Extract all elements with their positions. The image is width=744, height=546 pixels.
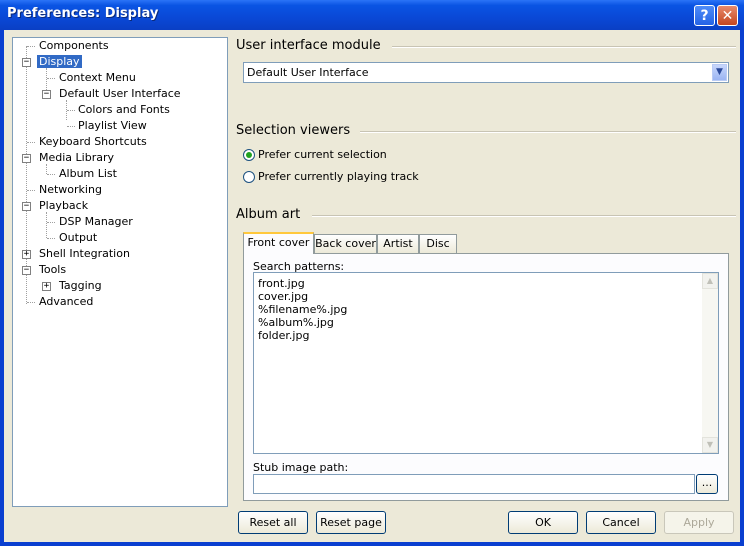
ui-module-heading: User interface module bbox=[236, 38, 381, 53]
tree-item-tagging[interactable]: Tagging bbox=[57, 279, 104, 294]
section-divider bbox=[312, 215, 736, 217]
radio-checked-icon[interactable] bbox=[243, 149, 255, 161]
tree-item-label: Output bbox=[59, 231, 98, 244]
tree-item-label: Context Menu bbox=[59, 71, 136, 84]
selection-viewers-heading: Selection viewers bbox=[236, 123, 351, 138]
tab-front-cover[interactable]: Front cover bbox=[243, 232, 314, 254]
title-bar[interactable]: Preferences: Display ? ✕ bbox=[0, 0, 744, 30]
tree-item-dsp-manager[interactable]: DSP Manager bbox=[57, 215, 135, 230]
tree-item-label: Advanced bbox=[39, 295, 94, 308]
pattern-line: folder.jpg bbox=[258, 329, 310, 342]
stub-image-path-input[interactable] bbox=[253, 474, 695, 494]
tree-item-label: Colors and Fonts bbox=[78, 103, 170, 116]
expand-icon[interactable]: + bbox=[22, 250, 31, 259]
tree-connector bbox=[47, 174, 55, 175]
collapse-icon[interactable]: − bbox=[22, 58, 31, 67]
tree-item-label: Keyboard Shortcuts bbox=[39, 135, 147, 148]
album-art-heading: Album art bbox=[236, 207, 301, 222]
tree-item-advanced[interactable]: Advanced bbox=[37, 295, 95, 310]
tree-item-label: Media Library bbox=[39, 151, 114, 164]
window-title: Preferences: Display bbox=[7, 6, 159, 21]
tree-connector bbox=[27, 190, 35, 191]
tree-item-colors-and-fonts[interactable]: Colors and Fonts bbox=[76, 103, 172, 118]
tree-item-label: Tools bbox=[39, 263, 67, 276]
tree-connector bbox=[27, 46, 35, 47]
tree-item-shell-integration[interactable]: Shell Integration bbox=[37, 247, 132, 262]
radio-prefer-playing-track[interactable]: Prefer currently playing track bbox=[243, 170, 419, 183]
search-patterns-textarea[interactable]: front.jpg cover.jpg %filename%.jpg %albu… bbox=[253, 272, 719, 454]
browse-button[interactable]: ... bbox=[696, 474, 718, 494]
collapse-icon[interactable]: − bbox=[22, 202, 31, 211]
tree-connector bbox=[47, 222, 55, 223]
tree-item-label: Default User Interface bbox=[59, 87, 181, 100]
tree-item-playlist-view[interactable]: Playlist View bbox=[76, 119, 149, 134]
radio-label: Prefer currently playing track bbox=[258, 170, 419, 183]
tree-connector bbox=[27, 302, 35, 303]
tree-connector bbox=[46, 68, 47, 90]
tree-connector bbox=[27, 142, 35, 143]
tree-connector bbox=[47, 238, 55, 239]
collapse-icon[interactable]: − bbox=[22, 266, 31, 275]
tree-item-components[interactable]: Components bbox=[37, 39, 111, 54]
tree-item-playback[interactable]: Playback bbox=[37, 199, 90, 214]
reset-page-button[interactable]: Reset page bbox=[316, 511, 386, 534]
collapse-icon[interactable]: − bbox=[42, 90, 51, 99]
tree-item-label: Album List bbox=[59, 167, 117, 180]
tab-back-cover[interactable]: Back cover bbox=[314, 234, 377, 253]
tree-item-tools[interactable]: Tools bbox=[37, 263, 68, 278]
pattern-line: front.jpg bbox=[258, 277, 305, 290]
tree-item-label: Tagging bbox=[59, 279, 102, 292]
cancel-button[interactable]: Cancel bbox=[586, 511, 656, 534]
tree-item-label: Playlist View bbox=[78, 119, 147, 132]
chevron-down-icon[interactable]: ▼ bbox=[712, 64, 727, 81]
pattern-line: %album%.jpg bbox=[258, 316, 334, 329]
radio-unchecked-icon[interactable] bbox=[243, 171, 255, 183]
ui-module-select[interactable]: Default User Interface ▼ bbox=[243, 62, 729, 83]
tree-item-display[interactable]: Display bbox=[37, 55, 82, 70]
radio-prefer-current-selection[interactable]: Prefer current selection bbox=[243, 148, 387, 161]
tree-connector bbox=[67, 126, 75, 127]
tree-connector bbox=[46, 212, 47, 238]
tree-item-context-menu[interactable]: Context Menu bbox=[57, 71, 138, 86]
scroll-down-icon[interactable]: ▼ bbox=[702, 437, 718, 453]
tree-item-media-library[interactable]: Media Library bbox=[37, 151, 116, 166]
close-button[interactable]: ✕ bbox=[717, 5, 738, 26]
vertical-scrollbar[interactable]: ▲ ▼ bbox=[702, 273, 718, 453]
tree-item-label: Display bbox=[37, 55, 82, 68]
preferences-tree[interactable]: Components − Display Context Menu − Defa… bbox=[12, 37, 228, 507]
tree-item-default-user-interface[interactable]: Default User Interface bbox=[57, 87, 183, 102]
expand-icon[interactable]: + bbox=[42, 282, 51, 291]
tree-connector bbox=[47, 78, 55, 79]
tree-item-label: Components bbox=[39, 39, 109, 52]
tree-item-output[interactable]: Output bbox=[57, 231, 99, 246]
pattern-line: cover.jpg bbox=[258, 290, 309, 303]
tree-connector bbox=[67, 110, 75, 111]
pattern-line: %filename%.jpg bbox=[258, 303, 348, 316]
tab-disc[interactable]: Disc bbox=[419, 234, 457, 253]
tree-item-label: DSP Manager bbox=[59, 215, 133, 228]
tree-item-label: Shell Integration bbox=[39, 247, 130, 260]
scroll-up-icon[interactable]: ▲ bbox=[702, 273, 718, 289]
section-divider bbox=[360, 131, 736, 133]
dialog-client: Components − Display Context Menu − Defa… bbox=[4, 30, 740, 542]
stub-image-path-label: Stub image path: bbox=[253, 461, 349, 474]
preferences-window: Preferences: Display ? ✕ Components − Di… bbox=[0, 0, 744, 546]
tree-item-album-list[interactable]: Album List bbox=[57, 167, 119, 182]
reset-all-button[interactable]: Reset all bbox=[238, 511, 308, 534]
radio-label: Prefer current selection bbox=[258, 148, 387, 161]
help-button[interactable]: ? bbox=[694, 5, 715, 26]
tab-artist[interactable]: Artist bbox=[377, 234, 419, 253]
tree-item-networking[interactable]: Networking bbox=[37, 183, 104, 198]
apply-button[interactable]: Apply bbox=[664, 511, 734, 534]
tree-item-label: Playback bbox=[39, 199, 89, 212]
tree-item-keyboard-shortcuts[interactable]: Keyboard Shortcuts bbox=[37, 135, 149, 150]
ok-button[interactable]: OK bbox=[508, 511, 578, 534]
section-divider bbox=[392, 46, 736, 48]
collapse-icon[interactable]: − bbox=[22, 154, 31, 163]
tree-item-label: Networking bbox=[39, 183, 102, 196]
ui-module-value: Default User Interface bbox=[247, 66, 369, 79]
